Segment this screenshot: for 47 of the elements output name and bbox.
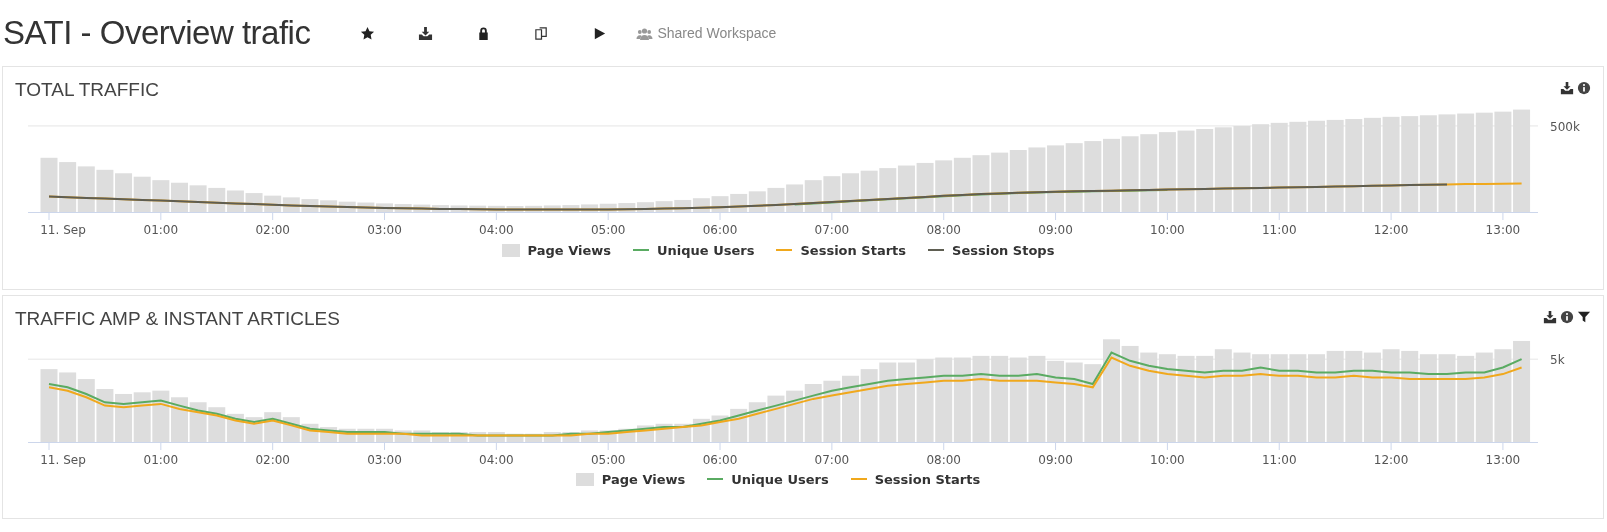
axis-label: 05:00 (590, 223, 626, 237)
axis-label: 12:00 (1373, 453, 1409, 467)
legend-item[interactable]: Page Views (501, 242, 612, 258)
legend-item[interactable]: Unique Users (633, 242, 755, 258)
axis-label: 13:00 (1485, 453, 1521, 467)
axis-label: 03:00 (367, 223, 402, 237)
axis-label: 500k (1550, 119, 1580, 134)
axis-label: 10:00 (1150, 223, 1185, 237)
info-icon[interactable] (1577, 81, 1591, 95)
download-icon[interactable] (1560, 81, 1574, 95)
legend-item[interactable]: Page Views (575, 471, 686, 487)
legend-item[interactable]: Unique Users (707, 471, 829, 487)
legend-item[interactable]: Session Stops (928, 242, 1055, 258)
axis-label: 05:00 (590, 453, 626, 467)
axis-label: 02:00 (255, 453, 290, 467)
axis-label: 03:00 (367, 453, 402, 467)
axis-label: 11:00 (1261, 453, 1297, 467)
axis-label: 01:00 (143, 453, 179, 467)
axis-label: 11:00 (1261, 223, 1297, 237)
axis-label: 13:00 (1485, 223, 1521, 237)
axis-label: 09:00 (1038, 223, 1073, 237)
download-icon[interactable] (1543, 310, 1557, 324)
axis-label: 07:00 (814, 453, 850, 467)
axis-label: 11. Sep (40, 453, 86, 467)
axis-label: 12:00 (1373, 223, 1409, 237)
axis-label: 09:00 (1038, 453, 1073, 467)
axis-label: 08:00 (926, 453, 961, 467)
users-icon (636, 25, 654, 41)
axis-label: 02:00 (255, 223, 290, 237)
dashboard-title: SATI - Overview trafic (3, 14, 311, 52)
axis-label: 10:00 (1150, 453, 1185, 467)
axis-label: 07:00 (814, 223, 850, 237)
axis-label: 04:00 (479, 453, 514, 467)
panel-title: TOTAL TRAFFIC (15, 79, 159, 101)
axis-label: 5k (1550, 353, 1565, 368)
axis-label: 04:00 (479, 223, 514, 237)
panel-title: TRAFFIC AMP & INSTANT ARTICLES (15, 308, 340, 330)
axis-label: 11. Sep (40, 223, 86, 237)
axis-label: 06:00 (702, 453, 738, 467)
info-icon[interactable] (1560, 310, 1574, 324)
axis-label: 01:00 (143, 223, 179, 237)
axis-label: 06:00 (702, 223, 738, 237)
legend-item[interactable]: Session Starts (850, 471, 981, 487)
axis-label: 08:00 (926, 223, 961, 237)
shared-workspace-link[interactable]: Shared Workspace (636, 25, 777, 41)
legend-item[interactable]: Session Starts (776, 242, 907, 258)
filter-icon[interactable] (1577, 310, 1591, 324)
